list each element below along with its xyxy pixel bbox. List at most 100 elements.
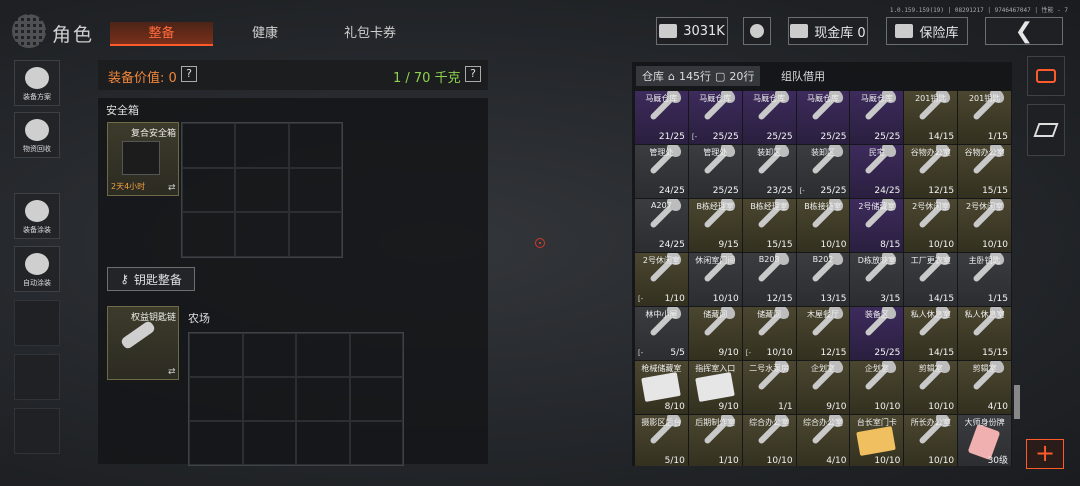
key-setup-button[interactable]: ⚷ 钥匙整备 (107, 267, 195, 291)
storage-item-name: 后期制作室 (695, 418, 736, 427)
storage-item[interactable]: 民宅 24/25 (850, 145, 904, 198)
sidebar-item-skin[interactable]: 装备涂装 (14, 193, 60, 239)
storage-item-count: 25/25 (712, 132, 739, 142)
storage-item[interactable]: 储藏间 10/10 [- (742, 307, 796, 360)
storage-item[interactable]: 马厩仓库 25/25 [- (688, 91, 742, 144)
tab-warehouse[interactable]: 仓库 ⌂ 145行 ▢ 20行 (636, 66, 760, 86)
storage-item-count: 10/10 (928, 240, 955, 250)
storage-item[interactable]: 枪械储藏室 8/10 (635, 361, 688, 414)
storage-item-count: 25/25 (712, 186, 739, 196)
storage-item[interactable]: 私人休息室 15/15 (958, 307, 1012, 360)
storage-item-count: 8/10 (664, 402, 685, 412)
storage-item-flag: [- (638, 295, 644, 303)
key-icon: ⚷ (120, 272, 129, 286)
storage-item[interactable]: B栋接待室 10/10 (796, 199, 850, 252)
storage-item[interactable]: 2号休闲室 1/10 [- (635, 253, 688, 306)
storage-item-name: 指挥室入口 (695, 364, 736, 373)
storage-item[interactable]: 2号休闲室 10/10 (958, 199, 1012, 252)
storage-item[interactable]: 主卧钥匙 1/15 (958, 253, 1012, 306)
layers-icon[interactable] (1027, 104, 1065, 156)
storage-item[interactable]: 201钥匙 1/15 (958, 91, 1012, 144)
warehouse-rows-1: 145行 (678, 70, 711, 83)
currency-value: 3031K (683, 23, 725, 39)
storage-item-count: 10/10 (874, 456, 901, 466)
storage-item[interactable]: 剪辑室 4/10 (958, 361, 1012, 414)
storage-item[interactable]: 装卸区 25/25 [- (796, 145, 850, 198)
storage-item[interactable]: 谷物办公室 15/15 (958, 145, 1012, 198)
sort-stack-icon[interactable] (1027, 56, 1065, 96)
currency-display[interactable]: 3031K (656, 17, 728, 45)
tab-gear[interactable]: 整备 (110, 22, 213, 46)
tab-gift-coupons[interactable]: 礼包卡券 (320, 22, 420, 46)
storage-item[interactable]: 二号水泵房 1/1 (742, 361, 796, 414)
home-icon: ⌂ (668, 69, 675, 83)
sidebar-item-auto-skin[interactable]: 自动涂装 (14, 246, 60, 292)
sidebar-item-recycle[interactable]: 物资回收 (14, 112, 60, 158)
storage-item[interactable]: 后期制作室 1/10 (688, 415, 742, 466)
weight-help-button[interactable]: ? (465, 66, 481, 82)
storage-item-name: B202 (812, 255, 834, 264)
back-button[interactable]: ❮ (985, 17, 1063, 45)
storage-item-name: 2号休闲室 (966, 202, 1004, 211)
storage-item[interactable]: 装备区 25/25 (850, 307, 904, 360)
storage-item-name: 企划室 (864, 364, 889, 373)
swap-icon[interactable]: ⇄ (168, 367, 176, 377)
trader-button[interactable] (743, 17, 771, 45)
storage-item[interactable]: 综合办公室 4/10 (796, 415, 850, 466)
storage-item[interactable]: 大师身份牌 30级 (958, 415, 1012, 466)
storage-item[interactable]: 休闲室门间 10/10 (688, 253, 742, 306)
keychain-item[interactable]: 权益钥匙链 ⇄ (107, 306, 179, 380)
storage-item[interactable]: 摄影区后台 5/10 (635, 415, 688, 466)
storage-item[interactable]: 台长室门卡 10/10 (850, 415, 904, 466)
sidebar-slot-empty (14, 408, 60, 454)
storage-item[interactable]: 2号休闲室 10/10 (904, 199, 958, 252)
storage-item[interactable]: 储藏间 9/10 (688, 307, 742, 360)
tab-health[interactable]: 健康 (215, 22, 315, 46)
storage-item-count: 25/25 (874, 132, 901, 142)
storage-item[interactable]: 马厩仓库 21/25 (635, 91, 688, 144)
storage-item[interactable]: 工厂更衣室 14/15 (904, 253, 958, 306)
storage-item[interactable]: 剪辑室 10/10 (904, 361, 958, 414)
storage-item-count: 24/25 (658, 240, 685, 250)
storage-item[interactable]: 马厩仓库 25/25 (796, 91, 850, 144)
storage-item[interactable]: 企划室 9/10 (796, 361, 850, 414)
storage-item[interactable]: 装卸区 23/25 (742, 145, 796, 198)
storage-item[interactable]: D栋放映室 3/15 (850, 253, 904, 306)
swap-icon[interactable]: ⇄ (168, 183, 176, 193)
storage-item-count: 21/25 (658, 132, 685, 142)
storage-item-name: 储藏间 (703, 310, 728, 319)
storage-item[interactable]: 马厩仓库 25/25 (850, 91, 904, 144)
storage-item[interactable]: B栋经理室 15/15 (742, 199, 796, 252)
storage-item-name: 管理处 (649, 148, 674, 157)
storage-item[interactable]: 谷物办公室 12/15 (904, 145, 958, 198)
storage-item[interactable]: A207 24/25 (635, 199, 688, 252)
value-help-button[interactable]: ? (181, 66, 197, 82)
storage-item-count: 1/15 (987, 294, 1009, 304)
storage-item[interactable]: 综合办公室 10/10 (742, 415, 796, 466)
storage-item[interactable]: B栋经理室 9/15 (688, 199, 742, 252)
storage-item[interactable]: 2号储藏室 8/15 (850, 199, 904, 252)
tab-team-borrow[interactable]: 组队借用 (764, 66, 842, 86)
storage-item[interactable]: 马厩仓库 25/25 (742, 91, 796, 144)
insurance-vault-button[interactable]: 保险库 (886, 17, 968, 45)
storage-item[interactable]: 所长办公室 10/10 (904, 415, 958, 466)
safe-box-item[interactable]: 复合安全箱 2天4小时 ⇄ (107, 122, 179, 196)
storage-item[interactable]: B208 12/15 (742, 253, 796, 306)
storage-item[interactable]: 管理处 24/25 (635, 145, 688, 198)
storage-scrollbar[interactable] (1014, 385, 1020, 419)
storage-item[interactable]: 企划室 10/10 (850, 361, 904, 414)
storage-item[interactable]: 管理处 25/25 (688, 145, 742, 198)
cash-vault-button[interactable]: 现金库 0 (788, 17, 868, 45)
storage-item[interactable]: 私人休息室 14/15 (904, 307, 958, 360)
storage-row: 马厩仓库 21/25 马厩仓库 25/25 [- 马厩仓库 25/25 马厩仓库 25/25 马厩… (635, 91, 1012, 144)
storage-item[interactable]: 木屋餐厅 12/15 (796, 307, 850, 360)
storage-item-count: 9/15 (718, 240, 739, 250)
storage-item-name: 木屋餐厅 (807, 310, 839, 319)
storage-item[interactable]: 201钥匙 14/15 (904, 91, 958, 144)
storage-item[interactable]: B202 13/15 (796, 253, 850, 306)
sidebar-item-loadout-plan[interactable]: 装备方案 (14, 60, 60, 106)
storage-item[interactable]: 指挥室入口 9/10 (688, 361, 742, 414)
storage-item[interactable]: 林中小屋 5/5 [- (635, 307, 688, 360)
storage-item-name: 谷物办公室 (964, 148, 1005, 157)
add-button[interactable]: + (1026, 439, 1064, 469)
